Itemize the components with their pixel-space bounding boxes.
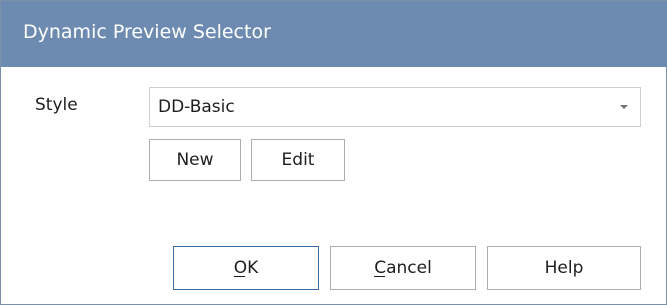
edit-button-label: Edit xyxy=(281,150,315,170)
cancel-mnemonic-underline xyxy=(374,276,386,277)
ok-button[interactable]: OK xyxy=(173,246,319,290)
new-button[interactable]: New xyxy=(149,139,241,181)
new-button-label: New xyxy=(176,150,214,170)
cancel-button-label: Cancel xyxy=(374,258,432,278)
ok-button-label: OK xyxy=(233,258,259,278)
cancel-button[interactable]: Cancel xyxy=(330,246,476,290)
edit-button[interactable]: Edit xyxy=(251,139,345,181)
title-bar[interactable]: Dynamic Preview Selector xyxy=(1,1,667,67)
cancel-button-text: Cancel xyxy=(374,258,432,278)
chevron-down-icon[interactable] xyxy=(620,105,628,109)
dialog-title: Dynamic Preview Selector xyxy=(23,21,271,43)
style-selected-value: DD-Basic xyxy=(158,97,235,117)
dynamic-preview-selector-dialog: Dynamic Preview Selector Style DD-Basic … xyxy=(0,0,667,305)
help-button-label: Help xyxy=(544,258,584,278)
help-button[interactable]: Help xyxy=(487,246,641,290)
ok-button-text: OK xyxy=(233,258,259,278)
style-dropdown[interactable]: DD-Basic xyxy=(149,87,641,127)
ok-mnemonic-underline xyxy=(233,276,245,277)
style-label: Style xyxy=(35,95,78,115)
